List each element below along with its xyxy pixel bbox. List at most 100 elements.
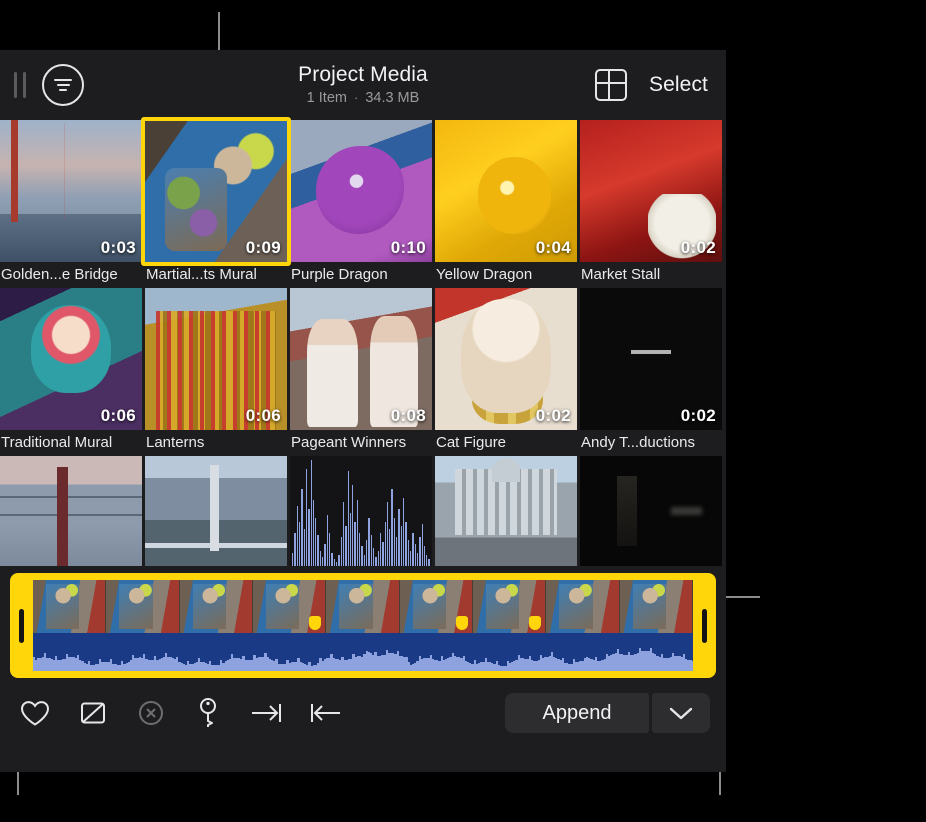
- duration-badge: 0:04: [536, 238, 571, 258]
- media-cell[interactable]: 0:04 Yellow Dragon: [435, 120, 577, 288]
- filmstrip-frame: [473, 580, 546, 633]
- filmstrip-frame: [326, 580, 399, 633]
- media-cell[interactable]: 0:06 Traditional Mural: [0, 288, 142, 456]
- media-thumbnail[interactable]: 0:08: [290, 288, 432, 430]
- media-grid-row-partial: [0, 456, 726, 566]
- media-thumbnail[interactable]: 0:02: [580, 120, 722, 262]
- filmstrip-frame: [546, 580, 619, 633]
- toolbar-right-group: Append: [505, 684, 710, 742]
- grid-view-icon[interactable]: [595, 69, 627, 101]
- subtitle-separator: ·: [354, 88, 358, 108]
- media-thumbnail[interactable]: [0, 456, 142, 566]
- drag-handle-icon[interactable]: [14, 72, 26, 98]
- trim-handle-right[interactable]: [693, 573, 716, 678]
- set-range-start-icon: [308, 701, 342, 725]
- duration-badge: 0:09: [246, 238, 281, 258]
- screenshot-root: Project Media 1 Item · 34.3 MB Select: [0, 0, 926, 822]
- media-clip-name: Traditional Mural: [0, 430, 142, 456]
- media-thumbnail[interactable]: [435, 456, 577, 566]
- filmstrip-frames: [33, 580, 693, 633]
- filter-sort-icon[interactable]: [42, 64, 84, 106]
- duration-badge: 0:02: [681, 238, 716, 258]
- heart-icon: [20, 700, 50, 727]
- media-cell[interactable]: 0:02 Market Stall: [580, 120, 722, 288]
- media-cell[interactable]: 0:03 Golden...e Bridge: [0, 120, 142, 288]
- select-button[interactable]: Select: [649, 73, 708, 97]
- duration-badge: 0:06: [101, 406, 136, 426]
- thumbnail-art: [145, 456, 287, 566]
- media-cell[interactable]: 0:10 Purple Dragon: [290, 120, 432, 288]
- media-clip-name: Pageant Winners: [290, 430, 432, 456]
- clip-waveform-bars: [33, 633, 693, 671]
- media-cell-selected[interactable]: 0:09 Martial...ts Mural: [145, 120, 287, 288]
- append-options-button[interactable]: [652, 693, 710, 733]
- media-thumbnail[interactable]: 0:03: [0, 120, 142, 262]
- media-grid-row: 0:03 Golden...e Bridge 0:09 Martial...ts…: [0, 120, 726, 288]
- filmstrip-frame: [253, 580, 326, 633]
- set-range-start-button[interactable]: [296, 690, 354, 736]
- keyword-button[interactable]: [180, 690, 238, 736]
- thumbnail-wrapper: 0:06: [145, 288, 287, 430]
- remove-rating-icon: [137, 699, 165, 727]
- duration-badge: 0:02: [536, 406, 571, 426]
- media-thumbnail[interactable]: 0:04: [435, 120, 577, 262]
- thumbnail-wrapper: 0:10: [290, 120, 432, 262]
- media-cell[interactable]: [580, 456, 722, 566]
- media-cell[interactable]: 0:06 Lanterns: [145, 288, 287, 456]
- set-range-end-icon: [250, 701, 284, 725]
- waveform-bars: [290, 456, 432, 566]
- thumbnail-wrapper: 0:06: [0, 288, 142, 430]
- duration-badge: 0:06: [246, 406, 281, 426]
- media-thumbnail[interactable]: 0:06: [145, 288, 287, 430]
- thumbnail-wrapper: 0:02: [580, 288, 722, 430]
- media-cell[interactable]: [145, 456, 287, 566]
- reject-button[interactable]: [64, 690, 122, 736]
- favorite-button[interactable]: [6, 690, 64, 736]
- selected-clip-filmstrip[interactable]: [10, 573, 716, 678]
- media-thumbnail[interactable]: 0:02: [580, 288, 722, 430]
- media-cell-audio[interactable]: [290, 456, 432, 566]
- duration-badge: 0:10: [391, 238, 426, 258]
- thumbnail-wrapper: 0:02: [580, 120, 722, 262]
- media-thumbnail[interactable]: [580, 456, 722, 566]
- media-thumbnail[interactable]: 0:10: [290, 120, 432, 262]
- media-thumbnail[interactable]: [145, 456, 287, 566]
- total-size: 34.3 MB: [365, 88, 419, 108]
- thumbnail-wrapper: 0:08: [290, 288, 432, 430]
- append-button[interactable]: Append: [505, 693, 649, 733]
- media-cell[interactable]: [0, 456, 142, 566]
- media-thumbnail[interactable]: 0:02: [435, 288, 577, 430]
- keyword-icon: [197, 697, 221, 729]
- audio-waveform-thumbnail[interactable]: [290, 456, 432, 566]
- clip-audio-track: [33, 633, 693, 671]
- thumbnail-art: [435, 456, 577, 566]
- media-cell[interactable]: 0:08 Pageant Winners: [290, 288, 432, 456]
- reject-icon: [79, 699, 107, 727]
- media-thumbnail[interactable]: 0:09: [145, 120, 287, 262]
- media-clip-name: Cat Figure: [435, 430, 577, 456]
- header-right-controls: Select: [595, 50, 708, 120]
- filmstrip-area: [0, 569, 726, 684]
- toolbar-left-group: [0, 690, 354, 736]
- trim-handle-left[interactable]: [10, 573, 33, 678]
- chevron-down-icon: [668, 705, 694, 721]
- panel-header: Project Media 1 Item · 34.3 MB Select: [0, 50, 726, 120]
- remove-rating-button[interactable]: [122, 690, 180, 736]
- media-clip-name: Market Stall: [580, 262, 722, 288]
- filmstrip-inner: [33, 580, 693, 671]
- duration-badge: 0:08: [391, 406, 426, 426]
- media-clip-name: Purple Dragon: [290, 262, 432, 288]
- filmstrip-frame: [33, 580, 106, 633]
- thumbnail-wrapper: 0:04: [435, 120, 577, 262]
- filmstrip-frame: [106, 580, 179, 633]
- header-left-controls: [14, 50, 84, 120]
- clip-action-toolbar: Append: [0, 684, 726, 742]
- page-subtitle: 1 Item · 34.3 MB: [307, 88, 420, 108]
- media-thumbnail[interactable]: 0:06: [0, 288, 142, 430]
- media-cell[interactable]: 0:02 Cat Figure: [435, 288, 577, 456]
- set-range-end-button[interactable]: [238, 690, 296, 736]
- media-cell[interactable]: 0:02 Andy T...ductions: [580, 288, 722, 456]
- thumbnail-wrapper: 0:03: [0, 120, 142, 262]
- media-cell[interactable]: [435, 456, 577, 566]
- thumbnail-wrapper-selected: 0:09: [145, 120, 287, 262]
